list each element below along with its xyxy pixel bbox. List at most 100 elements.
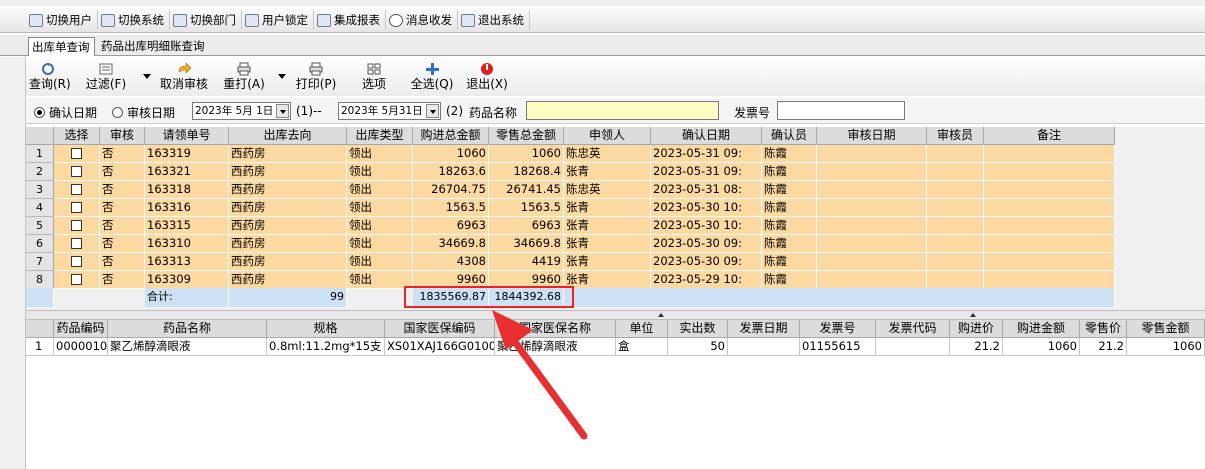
info-icon — [389, 13, 403, 27]
table-cell: 1563.5 — [413, 199, 489, 217]
filter-dropdown-icon[interactable] — [143, 74, 151, 79]
lock-icon — [245, 13, 259, 27]
table-cell: 0.8ml:11.2mg*15支 — [267, 338, 385, 356]
table-cell — [927, 271, 984, 289]
tab-outbound-query[interactable]: 出库单查询 — [28, 37, 95, 56]
column-header[interactable]: 审核日期 — [817, 127, 927, 145]
summary-label: 合计: — [145, 288, 229, 307]
select-cell[interactable] — [54, 145, 100, 163]
select-cell[interactable] — [54, 163, 100, 181]
select-cell[interactable] — [54, 253, 100, 271]
column-header[interactable]: 备注 — [984, 127, 1115, 145]
column-header[interactable]: 发票代码 — [876, 320, 950, 338]
message-button[interactable]: 消息收发 — [386, 10, 458, 30]
column-header[interactable]: 零售金额 — [1127, 320, 1205, 338]
radio-confirm-date[interactable]: 确认日期 — [34, 104, 97, 121]
dropdown-arrow-icon[interactable] — [276, 104, 289, 118]
table-cell: 18268.4 — [489, 163, 564, 181]
column-header[interactable]: 药品名称 — [108, 320, 267, 338]
row-checkbox[interactable] — [71, 184, 82, 195]
filter-bar: 确认日期 审核日期 2023年 5月 1日 (1)-- 2023年 5月31日 … — [26, 98, 1205, 124]
column-header[interactable]: 规格 — [267, 320, 385, 338]
filter-button[interactable]: 过滤(F) — [85, 60, 127, 94]
collapse-up-icon[interactable] — [970, 313, 976, 317]
column-header[interactable]: 出库类型 — [347, 127, 413, 145]
table-cell: 01155615 — [800, 338, 876, 356]
column-header[interactable]: 药品编码 — [54, 320, 108, 338]
system-toolbar: 切换用户 切换系统 切换部门 用户锁定 集成报表 消息收发 退出系统 — [0, 8, 1205, 33]
row-checkbox[interactable] — [71, 148, 82, 159]
options-button[interactable]: 选项 — [358, 60, 390, 94]
date-to-picker[interactable]: 2023年 5月31日 — [338, 102, 441, 120]
cancel-review-button[interactable]: 取消审核 — [156, 60, 212, 94]
integrated-report-button[interactable]: 集成报表 — [314, 10, 386, 30]
column-header[interactable]: 购进金额 — [1003, 320, 1080, 338]
column-header[interactable]: 发票日期 — [728, 320, 800, 338]
collapse-up-icon[interactable] — [658, 313, 664, 317]
query-button[interactable]: 查询(R) — [29, 60, 71, 94]
column-header[interactable]: 申领人 — [564, 127, 651, 145]
select-cell[interactable] — [54, 199, 100, 217]
select-cell[interactable] — [54, 217, 100, 235]
column-header[interactable]: 国家医保名称 — [495, 320, 616, 338]
table-cell: 18263.6 — [413, 163, 489, 181]
table-cell — [927, 253, 984, 271]
column-header[interactable]: 零售总金额 — [489, 127, 564, 145]
column-header[interactable]: 确认日期 — [651, 127, 762, 145]
splitter[interactable] — [26, 310, 1205, 320]
table-cell: 陈忠英 — [564, 181, 651, 199]
invoice-input[interactable] — [777, 101, 905, 120]
switch-dept-button[interactable]: 切换部门 — [170, 10, 242, 30]
row-checkbox[interactable] — [71, 220, 82, 231]
date-to-label: (2) — [446, 104, 463, 118]
row-checkbox[interactable] — [71, 166, 82, 177]
row-checkbox[interactable] — [71, 202, 82, 213]
column-header[interactable]: 国家医保编码 — [385, 320, 495, 338]
report-icon — [317, 13, 331, 27]
column-header[interactable]: 实出数 — [668, 320, 728, 338]
select-cell[interactable] — [54, 271, 100, 289]
column-header[interactable]: 发票号 — [800, 320, 876, 338]
row-checkbox[interactable] — [71, 274, 82, 285]
select-all-button[interactable]: 全选(Q) — [408, 60, 456, 94]
row-number: 1 — [26, 338, 54, 356]
select-cell[interactable] — [54, 235, 100, 253]
table-cell — [817, 145, 927, 163]
switch-system-button[interactable]: 切换系统 — [98, 10, 170, 30]
outbound-master-grid: 选择 审核 请领单号 出库去向 出库类型 购进总金额 零售总金额 申领人 确认日期 确认员 审核日期… — [26, 127, 1205, 310]
reprint-button[interactable]: 重打(A) — [221, 60, 267, 94]
column-header[interactable]: 选择 — [54, 127, 100, 145]
column-header[interactable]: 单位 — [616, 320, 668, 338]
row-checkbox[interactable] — [71, 256, 82, 267]
radio-review-date[interactable]: 审核日期 — [112, 104, 175, 121]
exit-button[interactable]: 退出(X) — [463, 60, 511, 94]
table-cell: 陈霞 — [762, 253, 817, 271]
row-number-header — [26, 127, 54, 145]
column-header[interactable]: 请领单号 — [145, 127, 229, 145]
column-header[interactable]: 出库去向 — [229, 127, 347, 145]
exit-system-button[interactable]: 退出系统 — [458, 10, 530, 30]
table-cell: 1060 — [413, 145, 489, 163]
column-header[interactable]: 审核 — [100, 127, 145, 145]
side-strip — [0, 57, 26, 469]
select-cell[interactable] — [54, 181, 100, 199]
print-button[interactable]: 打印(P) — [291, 60, 341, 94]
table-cell: 领出 — [347, 253, 413, 271]
table-cell — [984, 271, 1115, 289]
table-cell: 2023-05-30 09: — [651, 235, 762, 253]
column-header[interactable]: 确认员 — [762, 127, 817, 145]
printer-icon — [237, 62, 251, 76]
column-header[interactable]: 审核员 — [927, 127, 984, 145]
drug-name-input[interactable] — [526, 101, 719, 120]
column-header[interactable]: 零售价 — [1080, 320, 1127, 338]
column-header[interactable]: 购进总金额 — [413, 127, 489, 145]
tab-outbound-detail[interactable]: 药品出库明细账查询 — [98, 37, 208, 56]
row-checkbox[interactable] — [71, 238, 82, 249]
plus-icon — [426, 63, 439, 75]
user-lock-button[interactable]: 用户锁定 — [242, 10, 314, 30]
reprint-dropdown-icon[interactable] — [278, 74, 286, 79]
switch-user-button[interactable]: 切换用户 — [26, 10, 98, 30]
column-header[interactable]: 购进价 — [950, 320, 1003, 338]
dropdown-arrow-icon[interactable] — [426, 104, 439, 118]
date-from-picker[interactable]: 2023年 5月 1日 — [192, 102, 291, 120]
